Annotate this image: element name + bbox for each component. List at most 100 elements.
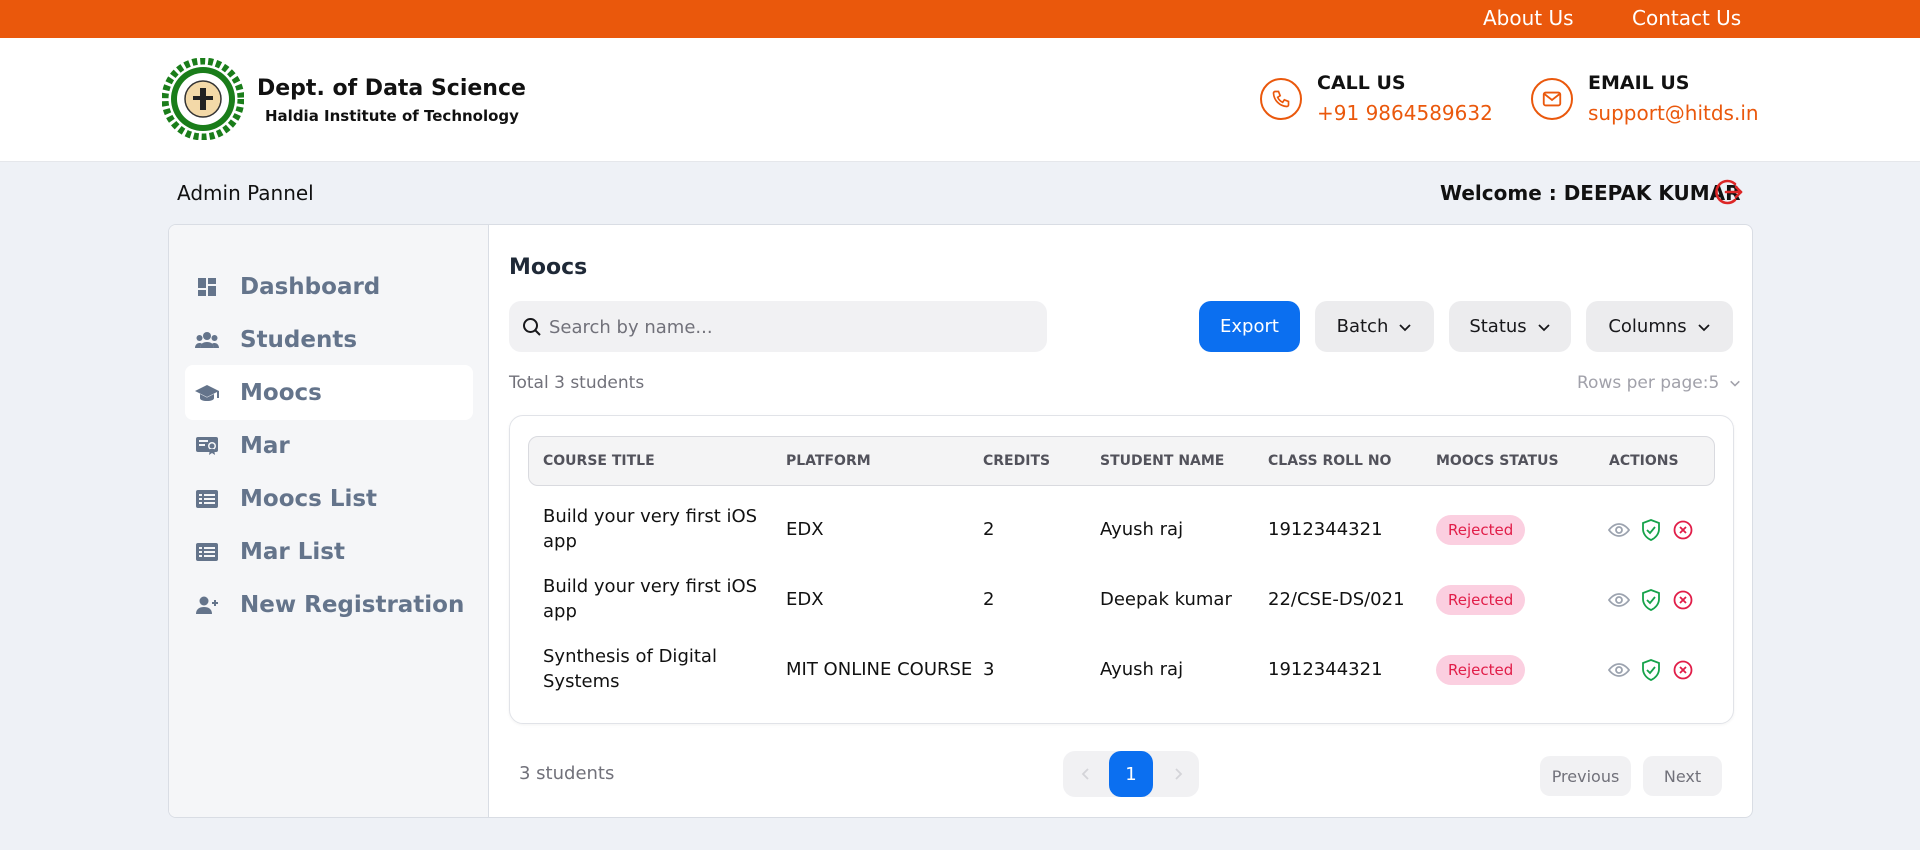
- phone-number[interactable]: +91 9864589632: [1317, 101, 1493, 125]
- student-name-cell: Ayush raj: [1100, 519, 1184, 540]
- column-header: PLATFORM: [786, 453, 871, 469]
- batch-dropdown[interactable]: Batch: [1315, 301, 1434, 352]
- sidebar-item-label: Mar: [240, 432, 290, 459]
- sidebar-item-mar-list[interactable]: Mar List: [185, 524, 473, 579]
- course-title-line: Build your very first iOS: [543, 506, 758, 527]
- reject-x-icon[interactable]: [1671, 588, 1695, 612]
- approve-shield-icon[interactable]: [1639, 518, 1663, 542]
- chevron-left-icon[interactable]: [1077, 765, 1095, 783]
- status-dropdown-label: Status: [1469, 316, 1527, 337]
- admin-panel-label: Admin Pannel: [177, 181, 314, 205]
- footer-student-count: 3 students: [519, 763, 615, 784]
- course-title-line: Build your very first iOS: [543, 576, 758, 597]
- page-button-current[interactable]: 1: [1109, 751, 1153, 797]
- list-icon: [195, 487, 219, 511]
- credits-cell: 2: [983, 589, 995, 610]
- welcome-text: Welcome : DEEPAK KUMAR: [1440, 181, 1741, 205]
- course-title-cell: Build your very first iOS app: [543, 574, 763, 624]
- chevron-down-icon: [1399, 323, 1412, 331]
- site-header: Dept. of Data Science Haldia Institute o…: [0, 38, 1920, 162]
- course-title-cell: Synthesis of Digital Systems: [543, 644, 763, 694]
- course-title-cell: Build your very first iOS app: [543, 504, 763, 554]
- previous-button[interactable]: Previous: [1540, 756, 1631, 796]
- export-button[interactable]: Export: [1199, 301, 1300, 352]
- chevron-right-icon[interactable]: [1169, 765, 1187, 783]
- column-header: CLASS ROLL NO: [1268, 453, 1392, 469]
- column-header: CREDITS: [983, 453, 1051, 469]
- sidebar-item-new-registration[interactable]: New Registration: [185, 577, 473, 632]
- view-eye-icon[interactable]: [1607, 658, 1631, 682]
- course-title-line: app: [543, 531, 577, 552]
- rows-per-page-label: Rows per page:5: [1577, 373, 1720, 393]
- institute-logo: [162, 58, 244, 140]
- reject-x-icon[interactable]: [1671, 518, 1695, 542]
- roll-no-cell: 22/CSE-DS/021: [1268, 589, 1405, 610]
- approve-shield-icon[interactable]: [1639, 658, 1663, 682]
- next-button[interactable]: Next: [1643, 756, 1722, 796]
- student-name-cell: Deepak kumar: [1100, 589, 1232, 610]
- pagination: 1: [1063, 751, 1199, 797]
- chevron-down-icon: [1698, 323, 1710, 331]
- email-us-label: EMAIL US: [1588, 72, 1690, 94]
- sidebar-item-students[interactable]: Students: [185, 312, 473, 367]
- status-dropdown[interactable]: Status: [1449, 301, 1571, 352]
- sidebar-item-label: Students: [240, 326, 358, 353]
- chevron-down-icon: [1730, 380, 1741, 387]
- chevron-down-icon: [1538, 323, 1550, 331]
- table-row: Build your very first iOS app EDX 2 Ayus…: [510, 496, 1735, 566]
- status-badge: Rejected: [1436, 585, 1526, 615]
- column-header: COURSE TITLE: [543, 453, 655, 469]
- search-icon: [523, 318, 541, 336]
- certificate-icon: [195, 434, 219, 458]
- export-button-label: Export: [1220, 316, 1279, 337]
- sidebar-item-label: Moocs: [240, 379, 322, 406]
- email-address[interactable]: support@hitds.in: [1588, 101, 1759, 125]
- view-eye-icon[interactable]: [1607, 518, 1631, 542]
- sidebar-item-moocs-list[interactable]: Moocs List: [185, 471, 473, 526]
- columns-dropdown[interactable]: Columns: [1586, 301, 1733, 352]
- search-input[interactable]: [549, 313, 1029, 341]
- view-eye-icon[interactable]: [1607, 588, 1631, 612]
- column-header: MOOCS STATUS: [1436, 453, 1559, 469]
- sidebar-item-dashboard[interactable]: Dashboard: [185, 259, 473, 314]
- sidebar-item-moocs[interactable]: Moocs: [185, 365, 473, 420]
- table-row: Synthesis of Digital Systems MIT ONLINE …: [510, 636, 1735, 706]
- platform-cell: EDX: [786, 589, 824, 610]
- sidebar: Dashboard Students Moocs Mar Moocs List: [169, 225, 489, 817]
- status-badge: Rejected: [1436, 515, 1526, 545]
- column-header: STUDENT NAME: [1100, 453, 1225, 469]
- course-title-line: app: [543, 601, 577, 622]
- reject-x-icon[interactable]: [1671, 658, 1695, 682]
- contact-us-link[interactable]: Contact Us: [1632, 6, 1741, 30]
- dashboard-icon: [195, 275, 219, 299]
- total-count: Total 3 students: [509, 373, 645, 393]
- department-title: Dept. of Data Science: [257, 76, 526, 101]
- main-panel: Dashboard Students Moocs Mar Moocs List: [168, 224, 1753, 818]
- platform-cell: EDX: [786, 519, 824, 540]
- rows-per-page-select[interactable]: Rows per page:5: [1577, 373, 1741, 393]
- list-icon: [195, 540, 219, 564]
- student-name-cell: Ayush raj: [1100, 659, 1184, 680]
- credits-cell: 3: [983, 659, 995, 680]
- about-us-link[interactable]: About Us: [1483, 6, 1574, 30]
- logout-icon[interactable]: [1713, 177, 1743, 207]
- phone-icon: [1260, 78, 1302, 120]
- main-content: Moocs Export Batch Status Columns Total …: [489, 225, 1752, 817]
- columns-dropdown-label: Columns: [1608, 316, 1687, 337]
- roll-no-cell: 1912344321: [1268, 519, 1383, 540]
- top-bar: About Us Contact Us: [0, 0, 1920, 38]
- status-badge: Rejected: [1436, 655, 1526, 685]
- call-us-label: CALL US: [1317, 72, 1406, 94]
- roll-no-cell: 1912344321: [1268, 659, 1383, 680]
- users-icon: [195, 328, 219, 352]
- graduation-cap-icon: [195, 381, 219, 405]
- table-header: COURSE TITLE PLATFORM CREDITS STUDENT NA…: [528, 436, 1715, 486]
- sidebar-item-mar[interactable]: Mar: [185, 418, 473, 473]
- sidebar-item-label: Mar List: [240, 538, 345, 565]
- user-plus-icon: [195, 593, 219, 617]
- approve-shield-icon[interactable]: [1639, 588, 1663, 612]
- sidebar-item-label: Moocs List: [240, 485, 378, 512]
- table-row: Build your very first iOS app EDX 2 Deep…: [510, 566, 1735, 636]
- course-title-line: Synthesis of Digital: [543, 646, 717, 667]
- mail-icon: [1531, 78, 1573, 120]
